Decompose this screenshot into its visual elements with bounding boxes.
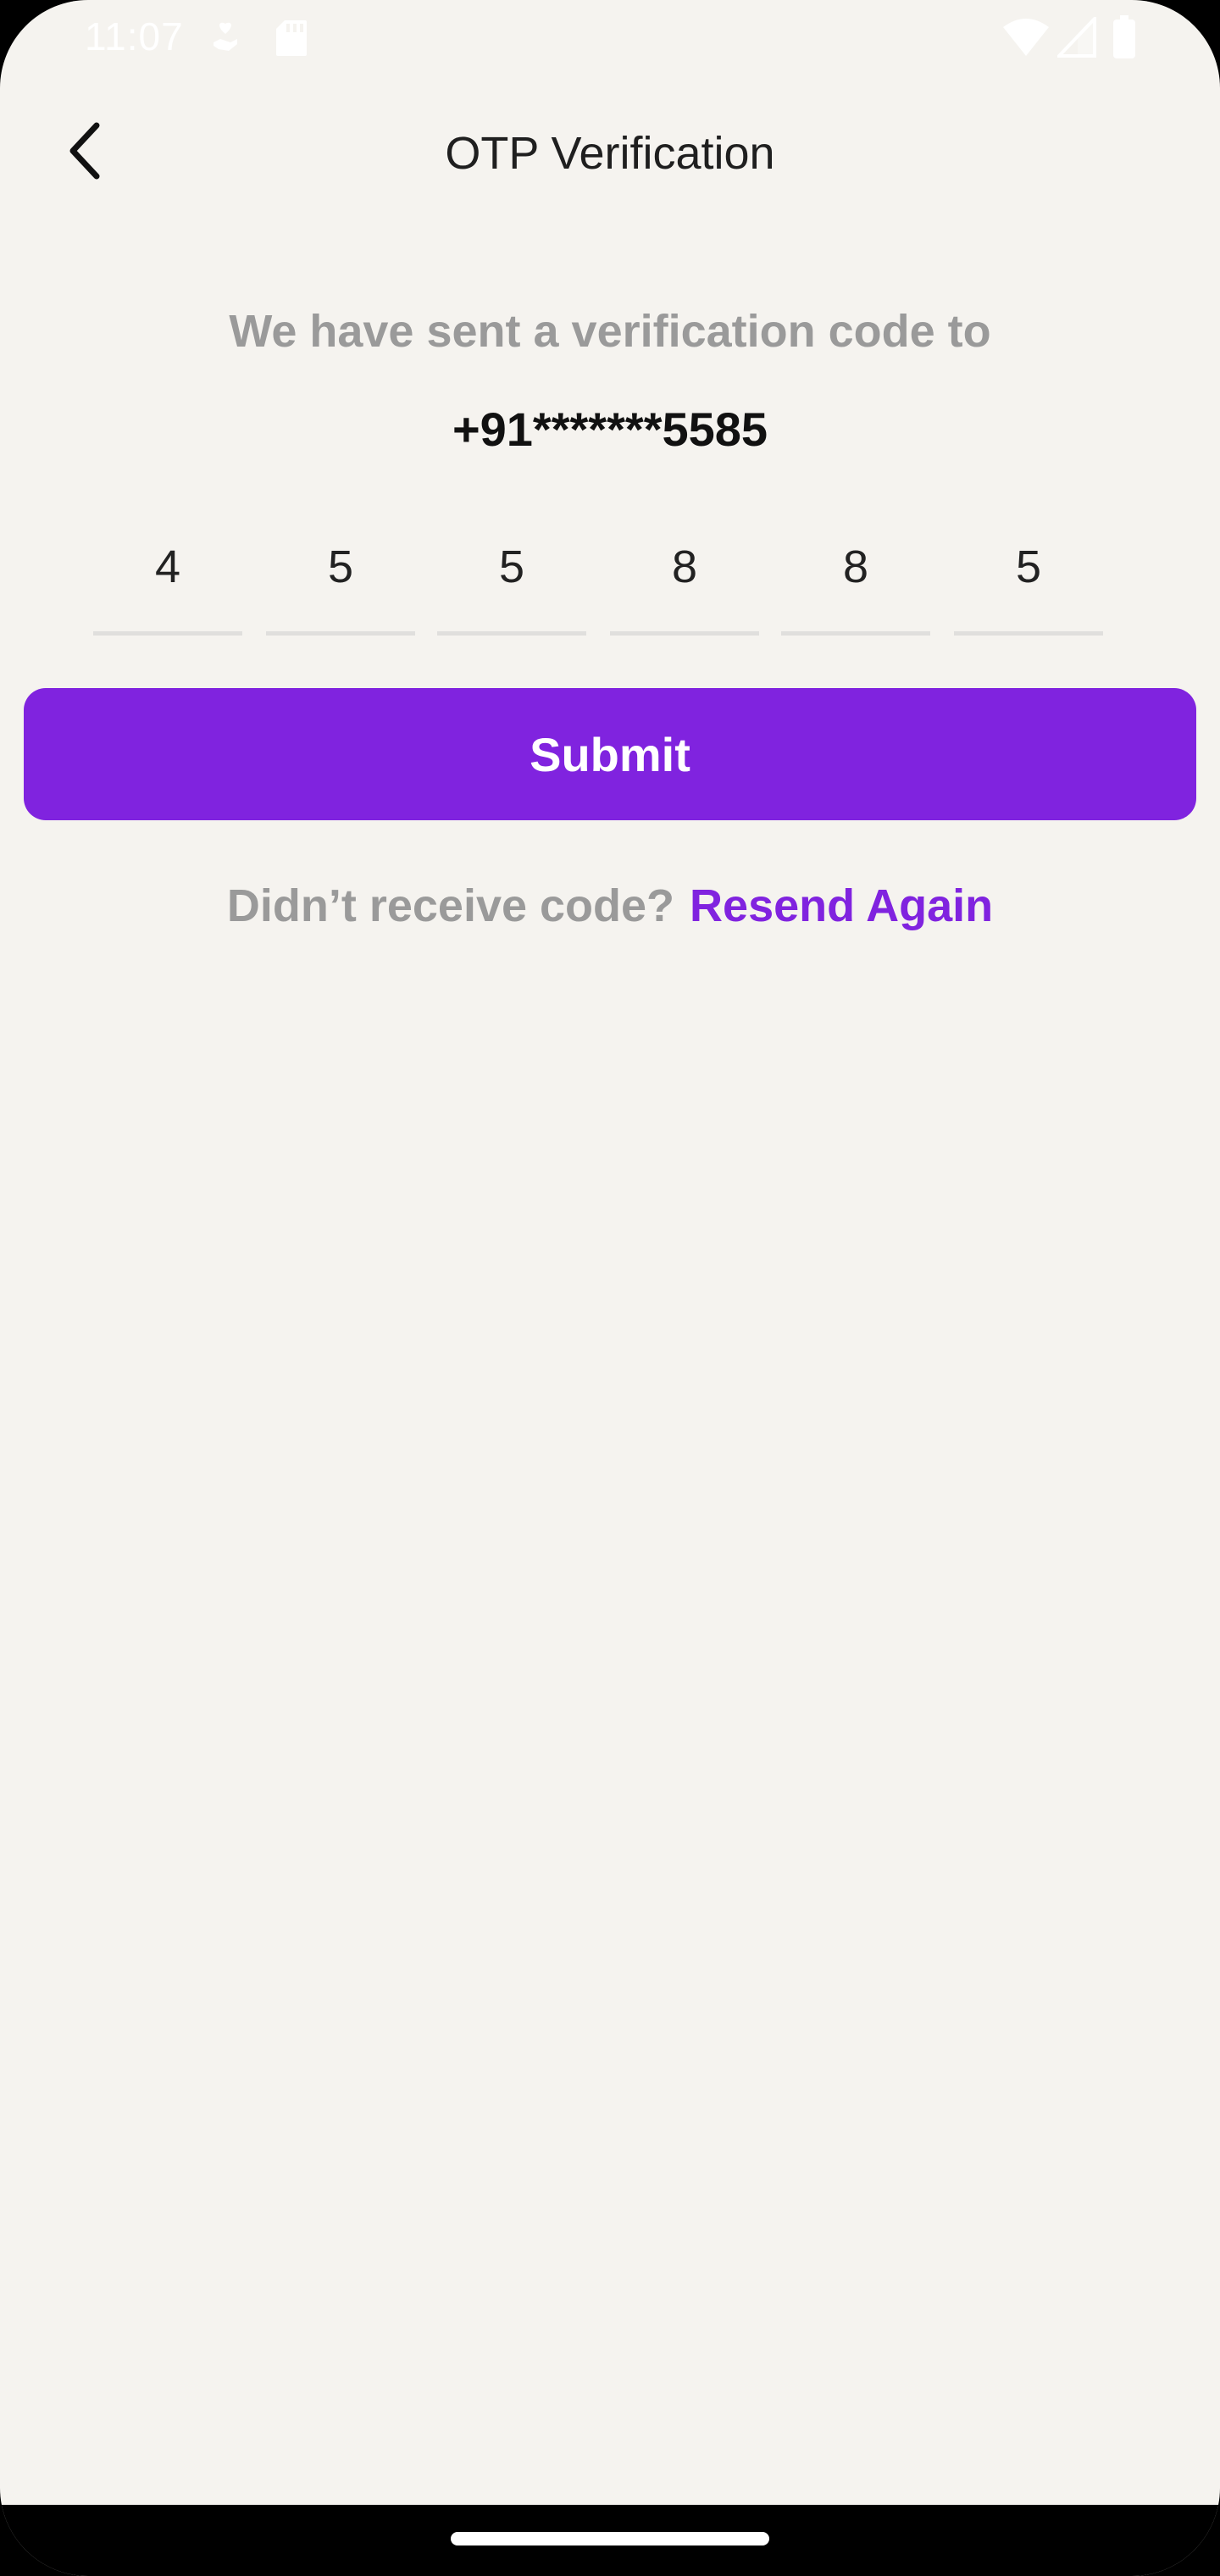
sd-card-icon [274,19,308,62]
otp-digit-4[interactable]: 8 [610,525,759,636]
otp-digit-2[interactable]: 5 [266,525,415,636]
battery-icon [1112,15,1137,64]
status-time: 11:07 [85,14,184,58]
home-indicator[interactable] [451,2532,769,2545]
otp-digit-6[interactable]: 5 [954,525,1103,636]
phone-screen: 11:07 OTP Verification We have sent a ve… [0,0,1220,2576]
signal-icon [1055,14,1096,62]
navigation-bar [0,2505,1220,2576]
otp-digit-1[interactable]: 4 [93,525,242,636]
otp-input-row: 4 5 5 8 8 5 [93,525,1110,636]
page-title: OTP Verification [445,128,775,179]
hand-heart-icon [210,20,241,58]
resend-again-link[interactable]: Resend Again [690,880,993,931]
submit-button[interactable]: Submit [24,688,1196,820]
wifi-icon [1001,17,1051,62]
resend-row: Didn’t receive code? Resend Again [0,880,1220,932]
status-bar: 11:07 [0,0,1220,76]
otp-digit-value: 5 [498,541,525,592]
otp-digit-value: 8 [842,541,869,592]
verification-subtitle: We have sent a verification code to [229,306,991,357]
otp-digit-value: 5 [327,541,354,592]
otp-digit-5[interactable]: 8 [781,525,930,636]
resend-prompt: Didn’t receive code? [226,880,675,931]
otp-digit-value: 8 [671,541,698,592]
otp-digit-value: 5 [1015,541,1042,592]
masked-phone-number: +91*******5585 [452,402,768,456]
otp-digit-value: 4 [154,541,181,592]
otp-digit-3[interactable]: 5 [437,525,586,636]
